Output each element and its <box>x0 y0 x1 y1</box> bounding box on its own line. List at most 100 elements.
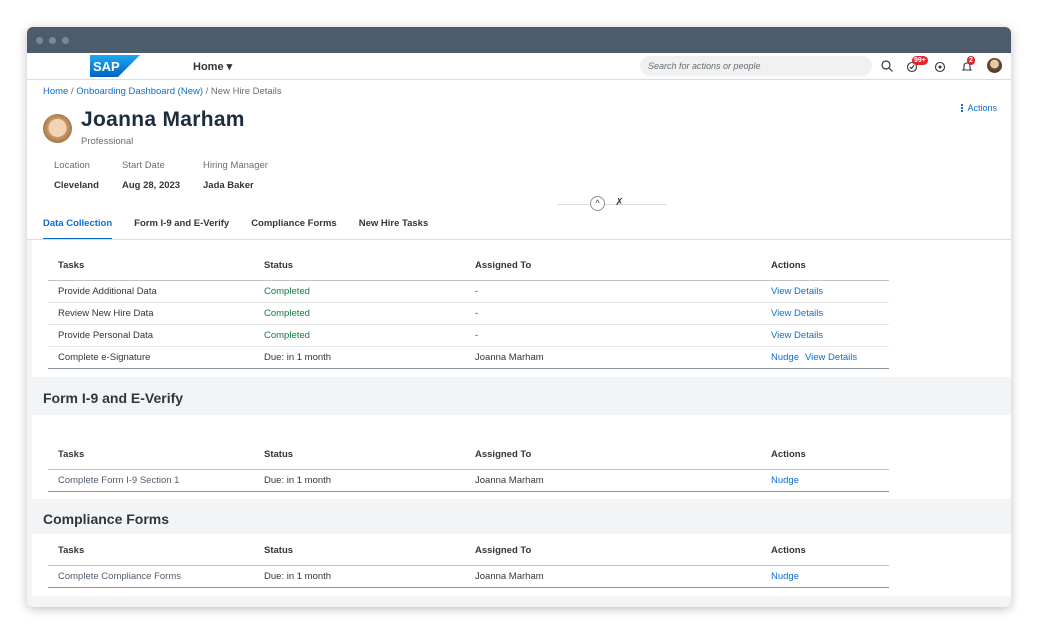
location-value: Cleveland <box>54 180 99 191</box>
hiring-manager-value[interactable]: Jada Baker <box>203 180 254 191</box>
window-maximize-dot[interactable] <box>62 36 69 44</box>
breadcrumb-separator: / <box>203 86 211 97</box>
window-titlebar <box>27 27 1011 53</box>
location-label: Location <box>54 160 90 171</box>
breadcrumb: Home / Onboarding Dashboard (New) / New … <box>43 86 282 97</box>
employee-name: Joanna Marham <box>81 108 245 131</box>
task-status: Completed <box>254 302 465 325</box>
form-i9-section-title: Form I-9 and E-Verify <box>43 389 184 406</box>
tab-form-i9[interactable]: Form I-9 and E-Verify <box>134 218 229 240</box>
bell-badge: 2 <box>967 56 975 65</box>
tab-compliance-forms[interactable]: Compliance Forms <box>251 218 337 240</box>
breadcrumb-dashboard[interactable]: Onboarding Dashboard (New) <box>76 86 203 97</box>
search-icon[interactable] <box>880 59 894 73</box>
column-tasks: Tasks <box>48 440 254 470</box>
task-name: Provide Additional Data <box>48 280 254 303</box>
task-actions: View Details <box>761 324 889 347</box>
view-details-link[interactable]: View Details <box>771 330 823 341</box>
bell-button[interactable]: 2 <box>960 56 975 73</box>
view-details-link[interactable]: View Details <box>771 286 823 297</box>
object-page-header: Home / Onboarding Dashboard (New) / New … <box>27 80 1011 240</box>
task-actions: Nudge View Details <box>761 346 889 369</box>
form-i9-table: Tasks Status Assigned To Actions Complet… <box>48 440 889 492</box>
home-menu[interactable]: Home ▾ <box>193 60 232 73</box>
task-status: Due: in 1 month <box>254 565 465 588</box>
pin-icon: ✗ <box>615 197 624 208</box>
task-assignee: Joanna Marham <box>465 469 761 492</box>
table-header-row: Tasks Status Assigned To Actions <box>48 251 889 281</box>
task-assignee: Joanna Marham <box>465 565 761 588</box>
table-row: Provide Personal Data Completed - View D… <box>48 324 889 347</box>
window-minimize-dot[interactable] <box>49 36 56 44</box>
window-close-dot[interactable] <box>36 36 43 44</box>
table-row: Review New Hire Data Completed - View De… <box>48 302 889 325</box>
pin-header-button[interactable]: ✗ <box>612 196 627 211</box>
column-status: Status <box>254 440 465 470</box>
column-status: Status <box>254 251 465 281</box>
start-date-value: Aug 28, 2023 <box>122 180 181 191</box>
task-assignee: - <box>465 280 761 303</box>
header-border <box>27 239 1011 240</box>
user-avatar[interactable] <box>987 58 1002 73</box>
notifications-badge: 99+ <box>912 56 928 65</box>
breadcrumb-current: New Hire Details <box>210 86 282 97</box>
svg-text:SAP: SAP <box>93 59 120 74</box>
view-details-link[interactable]: View Details <box>771 308 823 319</box>
data-collection-table: Tasks Status Assigned To Actions Provide… <box>48 251 889 369</box>
column-assigned: Assigned To <box>465 251 761 281</box>
column-actions: Actions <box>761 536 889 566</box>
hiring-manager-label: Hiring Manager <box>203 160 268 171</box>
chevron-up-icon: ^ <box>595 198 600 208</box>
column-tasks: Tasks <box>48 536 254 566</box>
task-assignee: - <box>465 324 761 347</box>
overflow-icon <box>961 104 964 112</box>
table-row: Complete e-Signature Due: in 1 month Joa… <box>48 346 889 369</box>
task-assignee: - <box>465 302 761 325</box>
task-actions: View Details <box>761 302 889 325</box>
nudge-link[interactable]: Nudge <box>771 352 799 363</box>
task-name: Complete Form I-9 Section 1 <box>48 469 254 492</box>
column-assigned: Assigned To <box>465 536 761 566</box>
task-name: Provide Personal Data <box>48 324 254 347</box>
shell-bar: SAP Home ▾ 99+ 2 <box>27 53 1011 80</box>
nudge-link[interactable]: Nudge <box>771 571 799 582</box>
task-name: Complete e-Signature <box>48 346 254 369</box>
task-status: Completed <box>254 324 465 347</box>
sap-logo[interactable]: SAP <box>90 55 140 77</box>
tab-new-hire-tasks[interactable]: New Hire Tasks <box>359 218 429 240</box>
collapse-header-button[interactable]: ^ <box>590 196 605 211</box>
column-status: Status <box>254 536 465 566</box>
column-actions: Actions <box>761 251 889 281</box>
search-input[interactable] <box>640 56 872 76</box>
task-assignee: Joanna Marham <box>465 346 761 369</box>
table-row: Provide Additional Data Completed - View… <box>48 280 889 303</box>
tab-data-collection[interactable]: Data Collection <box>43 218 113 240</box>
task-actions: View Details <box>761 280 889 303</box>
compliance-table: Tasks Status Assigned To Actions Complet… <box>48 536 889 588</box>
start-date-label: Start Date <box>122 160 165 171</box>
tab-bar: Data Collection Form I-9 and E-Verify Co… <box>43 218 428 240</box>
assistant-icon[interactable] <box>933 59 947 73</box>
table-row: Complete Compliance Forms Due: in 1 mont… <box>48 565 889 588</box>
table-header-row: Tasks Status Assigned To Actions <box>48 536 889 566</box>
task-actions: Nudge <box>761 565 889 588</box>
column-actions: Actions <box>761 440 889 470</box>
compliance-section-title: Compliance Forms <box>43 511 170 527</box>
nudge-link[interactable]: Nudge <box>771 475 799 486</box>
compliance-section: Tasks Status Assigned To Actions Complet… <box>32 534 1011 596</box>
column-assigned: Assigned To <box>465 440 761 470</box>
employee-role: Professional <box>81 136 134 147</box>
table-header-row: Tasks Status Assigned To Actions <box>48 440 889 470</box>
actions-label: Actions <box>967 103 997 113</box>
breadcrumb-home[interactable]: Home <box>43 86 68 97</box>
view-details-link[interactable]: View Details <box>805 352 857 363</box>
browser-window: SAP Home ▾ 99+ 2 Home / Onboarding Dashb… <box>27 27 1011 607</box>
data-collection-section: Tasks Status Assigned To Actions Provide… <box>32 240 1011 377</box>
actions-button[interactable]: Actions <box>961 103 997 113</box>
task-status: Due: in 1 month <box>254 346 465 369</box>
task-actions: Nudge <box>761 469 889 492</box>
notifications-button[interactable]: 99+ <box>905 56 928 73</box>
employee-avatar <box>43 114 72 143</box>
column-tasks: Tasks <box>48 251 254 281</box>
task-status: Due: in 1 month <box>254 469 465 492</box>
